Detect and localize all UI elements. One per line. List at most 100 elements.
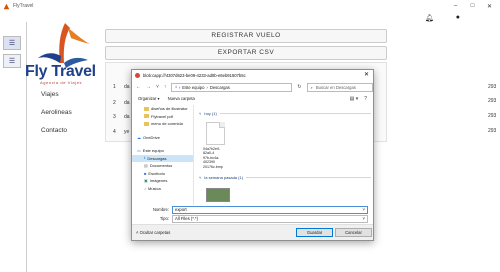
save-button[interactable]: Guardar <box>296 228 333 237</box>
row-cell: da <box>124 84 130 90</box>
app-titlebar: FlyTravel – □ ✕ <box>0 0 500 12</box>
tree-item-folder[interactable]: diseños de illustrator <box>132 105 193 113</box>
row-cell: da <box>124 100 130 106</box>
image-icon: ▣ <box>144 178 148 184</box>
row-number: 1 <box>113 84 116 90</box>
list-icon: ☰ <box>8 58 16 65</box>
tree-item-documentos[interactable]: ▤ Documentos <box>132 162 193 170</box>
dialog-titlebar: blob:capp:///4307d623-be09-4233-ad0b-e6e… <box>132 70 373 80</box>
brand-name: Fly Travel <box>25 63 96 80</box>
sidebar-toggles: ☰ ☰ <box>3 36 23 72</box>
filename-input[interactable]: export ˅ <box>172 205 368 214</box>
file-item[interactable]: 04a7b2e9-82a0-4 97b-bc4a-402390 20176c.b… <box>203 122 229 169</box>
maximize-button[interactable]: □ <box>464 3 481 9</box>
row-cell: ye <box>124 129 130 135</box>
dialog-nav-bar: ← → ˅ ↑ ⭳ › Este equipo › Descargas ↻ ⌕ … <box>132 80 373 94</box>
nav-item-viajes[interactable]: Viajes <box>41 91 72 98</box>
sidebar-divider <box>26 22 27 272</box>
hide-folders-toggle[interactable]: ˄ Ocultar carpetas <box>136 230 170 235</box>
chevron-down-icon: ˅ <box>199 111 202 116</box>
breadcrumb-este-equipo[interactable]: Este equipo <box>182 85 204 90</box>
back-icon[interactable]: ← <box>136 84 141 90</box>
forward-icon[interactable]: → <box>146 84 151 90</box>
breadcrumb-descargas[interactable]: Descargas <box>210 85 230 90</box>
row-value: 293 <box>488 98 497 104</box>
chrome-icon <box>135 72 140 78</box>
document-icon: ▤ <box>144 163 148 169</box>
main-nav: Viajes Aerolineas Contacto <box>41 91 72 145</box>
tree-item-folder[interactable]: menu de comnida <box>132 120 193 128</box>
chevron-down-icon[interactable]: ˅ <box>156 84 159 90</box>
group-header-last-week[interactable]: ˅ la semana pasada (1) <box>199 175 371 180</box>
dialog-title: blob:capp:///4307d623-be09-4233-ad0b-e6e… <box>143 72 246 78</box>
window-title: FlyTravel <box>13 3 34 9</box>
tree-item-folder[interactable]: Flytravel pdf <box>132 113 193 121</box>
row-number: 4 <box>113 129 116 135</box>
register-flight-button[interactable]: REGISTRAR VUELO <box>105 29 387 43</box>
close-button[interactable]: ✕ <box>481 3 498 10</box>
refresh-icon[interactable]: ↻ <box>297 84 301 90</box>
download-icon: ⭳ <box>175 83 177 89</box>
row-value: 293 <box>488 84 497 90</box>
nav-item-contacto[interactable]: Contacto <box>41 127 72 134</box>
save-fields: Nombre: export ˅ Tipo: All Files (*.*) ˅ <box>132 205 373 223</box>
desktop-icon: ■ <box>144 170 147 176</box>
up-icon[interactable]: ↑ <box>164 84 167 90</box>
row-number: 3 <box>113 114 116 120</box>
list-icon: ☰ <box>8 40 16 47</box>
tree-item-imagenes[interactable]: ▣ Imágenes <box>132 177 193 185</box>
filetype-label: Tipo: <box>159 216 169 221</box>
tree-item-escritorio[interactable]: ■ Escritorio <box>132 170 193 178</box>
tree-item-descargas[interactable]: ⭳ Descargas <box>132 154 193 162</box>
minimize-button[interactable]: – <box>447 3 464 9</box>
folder-icon <box>144 121 149 126</box>
list-view-button[interactable]: ☰ <box>3 54 21 68</box>
group-header-today[interactable]: ˅ hoy (1) <box>199 111 371 116</box>
row-number: 2 <box>113 100 116 106</box>
folder-icon <box>144 106 149 111</box>
top-icons: 🔔︎ ● <box>425 14 460 22</box>
file-icon <box>206 122 225 145</box>
dialog-footer: ˄ Ocultar carpetas Guardar Cancelar <box>132 224 373 240</box>
row-value: 293 <box>488 128 497 134</box>
window-controls: – □ ✕ <box>447 0 498 12</box>
search-input[interactable]: ⌕ Buscar en Descargas <box>306 82 373 92</box>
save-file-dialog: blob:capp:///4307d623-be09-4233-ad0b-e6e… <box>131 69 374 241</box>
folder-icon <box>144 114 149 119</box>
chevron-down-icon: ˅ <box>362 216 365 221</box>
tree-item-onedrive[interactable]: ☁ OneDrive <box>132 134 193 142</box>
user-icon[interactable]: ● <box>456 14 460 22</box>
organize-button[interactable]: Organizar ▾ <box>138 96 160 101</box>
brand-tagline: Agencia de Viajes <box>40 80 83 85</box>
dialog-toolbar: Organizar ▾ Nueva carpeta <box>132 94 373 103</box>
bell-icon[interactable]: 🔔︎ <box>425 14 434 22</box>
cancel-button[interactable]: Cancelar <box>335 228 372 237</box>
music-icon: ♪ <box>144 185 146 191</box>
app-logo-icon <box>3 3 10 9</box>
row-value: 293 <box>488 113 497 119</box>
chevron-down-icon: ˅ <box>199 175 202 180</box>
navigation-pane: diseños de illustrator Flytravel pdf men… <box>132 105 194 205</box>
tree-item-este-equipo[interactable]: ▭ Este equipo <box>132 147 193 155</box>
computer-icon: ▭ <box>137 148 141 154</box>
filename-label: Nombre: <box>152 207 169 212</box>
search-placeholder: Buscar en Descargas <box>315 84 356 90</box>
address-bar[interactable]: ⭳ › Este equipo › Descargas <box>171 82 293 92</box>
row-cell: da <box>124 114 130 120</box>
file-list: ˅ hoy (1) 04a7b2e9-82a0-4 97b-bc4a-402390… <box>195 105 371 205</box>
image-thumbnail[interactable] <box>206 188 230 202</box>
chevron-up-icon: ˄ <box>136 230 139 235</box>
filetype-select[interactable]: All Files (*.*) ˅ <box>172 214 368 223</box>
download-icon: ⭳ <box>144 154 146 160</box>
dialog-close-button[interactable]: ✕ <box>364 71 369 78</box>
view-controls: ▤ ▾ ? <box>350 96 367 102</box>
search-icon: ⌕ <box>310 84 313 90</box>
view-options-icon[interactable]: ▤ ▾ <box>350 96 359 102</box>
new-folder-button[interactable]: Nueva carpeta <box>168 96 195 101</box>
tree-item-musica[interactable]: ♪ Música <box>132 185 193 193</box>
help-icon[interactable]: ? <box>364 96 367 102</box>
nav-item-aerolineas[interactable]: Aerolineas <box>41 109 72 116</box>
chevron-down-icon[interactable]: ˅ <box>363 207 365 212</box>
menu-toggle-button[interactable]: ☰ <box>3 36 21 50</box>
export-csv-button[interactable]: EXPORTAR CSV <box>105 46 387 60</box>
